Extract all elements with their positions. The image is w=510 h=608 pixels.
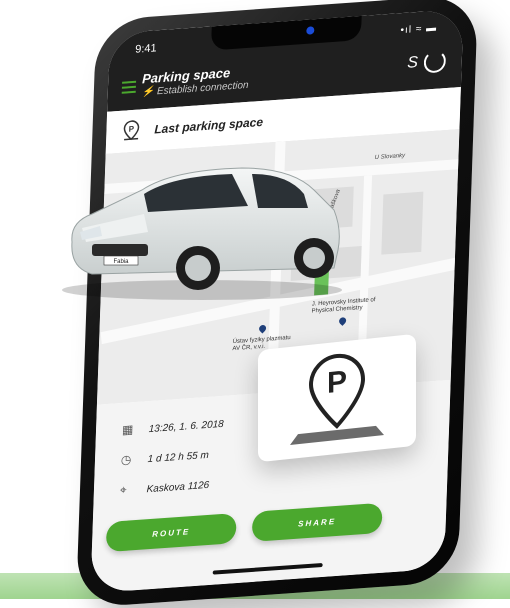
parking-address: Kaskova 1126 bbox=[146, 479, 210, 496]
poi-pin-icon[interactable] bbox=[257, 323, 268, 334]
last-parking-title: Last parking space bbox=[154, 114, 264, 137]
parking-date-row: ▦ 13:26, 1. 6. 2018 bbox=[122, 416, 224, 437]
clock-icon: ◷ bbox=[120, 452, 132, 468]
menu-icon[interactable] bbox=[121, 78, 137, 97]
share-button[interactable]: SHARE bbox=[251, 502, 383, 542]
svg-text:P: P bbox=[327, 365, 347, 400]
parking-pin-icon: P bbox=[290, 353, 384, 445]
phone-device: 9:41 •ıl ≈ ▬ Parking space ⚡ Establish c… bbox=[75, 0, 479, 608]
parking-address-row: ⌖ Kaskova 1126 bbox=[120, 477, 210, 498]
svg-text:P: P bbox=[129, 124, 135, 133]
parking-duration: 1 d 12 h 55 m bbox=[147, 449, 209, 466]
parking-pin-icon: P bbox=[123, 120, 140, 141]
plug-icon: ⚡ bbox=[141, 86, 155, 99]
map-building bbox=[381, 191, 424, 255]
parking-date: 13:26, 1. 6. 2018 bbox=[148, 418, 224, 436]
status-time: 9:41 bbox=[134, 42, 157, 56]
calendar-icon: ▦ bbox=[121, 422, 134, 437]
street-label: U Slovanky bbox=[374, 152, 406, 162]
location-pin-icon: ⌖ bbox=[119, 482, 127, 498]
s-icon[interactable]: S bbox=[407, 54, 418, 73]
wreath-icon[interactable] bbox=[423, 49, 447, 74]
status-indicators: •ıl ≈ ▬ bbox=[400, 22, 438, 37]
parking-duration-row: ◷ 1 d 12 h 55 m bbox=[121, 447, 209, 467]
home-indicator bbox=[212, 562, 323, 575]
car-image: Fabia bbox=[62, 167, 342, 300]
license-plate: Fabia bbox=[113, 259, 129, 265]
poi-pin-icon[interactable] bbox=[337, 315, 348, 326]
route-button[interactable]: ROUTE bbox=[105, 512, 237, 553]
parking-badge-card: P bbox=[258, 333, 416, 463]
